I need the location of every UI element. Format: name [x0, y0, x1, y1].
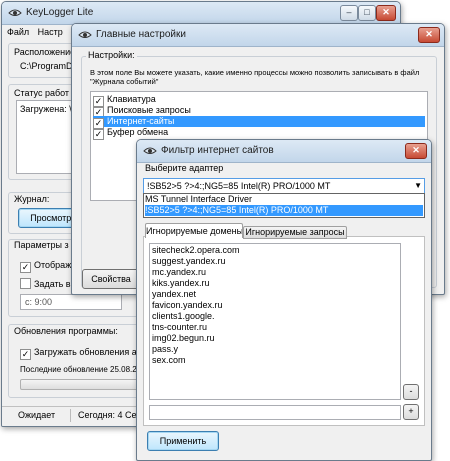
location-value: C:\ProgramD [20, 61, 73, 71]
settings-logo-icon [78, 31, 92, 38]
settings-item-check-icon: ✓ [93, 129, 104, 140]
domain-item[interactable]: sex.com [152, 355, 398, 366]
status-state: Ожидает [18, 410, 56, 420]
domain-item[interactable]: tns-counter.ru [152, 322, 398, 333]
settings-item-label: Интернет-сайты [107, 116, 175, 126]
settings-item-label: Поисковые запросы [107, 105, 191, 115]
log-group-label: Журнал: [14, 194, 50, 204]
chevron-down-icon[interactable]: ▼ [414, 181, 422, 190]
adapter-dropdown: MS Tunnel Interface Driver !SB52>5 ?>4:;… [143, 193, 425, 218]
settings-item[interactable]: ✓ Поисковые запросы [93, 105, 425, 118]
settings-item[interactable]: ✓ Клавиатура [93, 94, 425, 107]
display-checkbox-label: Отображ [34, 260, 72, 270]
tab-ignored-domains[interactable]: Игнорируемые домены [145, 223, 243, 238]
domain-item[interactable]: clients1.google. [152, 311, 398, 322]
domains-list[interactable]: sitecheck2.opera.com suggest.yandex.ru m… [149, 243, 401, 400]
settings-close-button[interactable]: ✕ [418, 27, 440, 43]
minimize-button[interactable]: – [340, 5, 358, 21]
new-domain-input[interactable] [149, 405, 401, 420]
updates-checkbox-label: Загружать обновления авт [34, 347, 146, 357]
domain-item[interactable]: img02.begun.ru [152, 333, 398, 344]
time-input[interactable]: с: 9:00 [20, 294, 122, 310]
time-value: с: 9:00 [25, 297, 53, 307]
domain-item[interactable]: suggest.yandex.ru [152, 256, 398, 267]
domain-item[interactable]: mc.yandex.ru [152, 267, 398, 278]
settings-item[interactable]: ✓ Буфер обмена [93, 127, 425, 140]
main-window-title: KeyLogger Lite [26, 7, 94, 18]
display-check-icon: ✓ [20, 262, 31, 273]
set-time-checkbox-label: Задать в [34, 279, 71, 289]
settings-item-selected[interactable]: ✓ Интернет-сайты [93, 116, 425, 129]
updates-checkbox[interactable]: ✓ Загружать обновления авт [20, 347, 145, 360]
adapter-option-selected[interactable]: !SB52>5 ?>4:;NG5=85 Intel(R) PRO/1000 MT [145, 205, 423, 216]
set-time-box-icon [20, 278, 31, 289]
settings-title-bar[interactable]: Главные настройки ✕ [72, 24, 444, 47]
location-label: Расположение [14, 47, 76, 57]
tab-ignored-queries[interactable]: Игнорируемые запросы [243, 226, 347, 239]
set-time-checkbox[interactable]: Задать в [20, 278, 71, 289]
filter-title-bar[interactable]: Фильтр интернет сайтов ✕ [137, 140, 431, 163]
filter-window-title: Фильтр интернет сайтов [161, 145, 274, 156]
menu-settings[interactable]: Настр [38, 27, 63, 37]
updates-check-icon: ✓ [20, 349, 31, 360]
domain-item[interactable]: sitecheck2.opera.com [152, 245, 398, 256]
main-title-bar[interactable]: KeyLogger Lite – □ ✕ [2, 2, 400, 25]
domain-item[interactable]: pass.y [152, 344, 398, 355]
adapter-option[interactable]: MS Tunnel Interface Driver [145, 194, 423, 205]
add-domain-button[interactable]: + [403, 404, 419, 420]
domain-item[interactable]: yandex.net [152, 289, 398, 300]
adapter-select[interactable]: !SB52>5 ?>4:;NG5=85 Intel(R) PRO/1000 MT… [143, 178, 425, 194]
status-divider [70, 409, 71, 422]
settings-item-label: Клавиатура [107, 94, 156, 104]
settings-item-label: Буфер обмена [107, 127, 169, 137]
filter-close-button[interactable]: ✕ [405, 143, 427, 159]
maximize-button[interactable]: □ [358, 5, 376, 21]
domain-item[interactable]: kiks.yandex.ru [152, 278, 398, 289]
last-update-label: Последние обновление 25.08.2010 [20, 365, 151, 374]
settings-window-title: Главные настройки [96, 29, 186, 40]
filter-logo-icon [143, 147, 157, 154]
menu-file[interactable]: Файл [7, 27, 29, 37]
adapter-label: Выберите адаптер [145, 163, 224, 173]
status-group-label: Статус работ [14, 88, 70, 98]
menu-bar: Файл Настр [7, 27, 69, 37]
params-group-label: Параметры з [14, 240, 69, 250]
status-value: Загружена: \ [20, 104, 72, 114]
updates-group-label: Обновления программы: [14, 326, 118, 336]
properties-button[interactable]: Свойства [82, 269, 140, 289]
domain-item[interactable]: favicon.yandex.ru [152, 300, 398, 311]
close-button[interactable]: ✕ [376, 5, 396, 21]
keylogger-logo-icon [8, 9, 22, 16]
settings-group-label: Настройки: [86, 50, 137, 60]
adapter-selected-value: !SB52>5 ?>4:;NG5=85 Intel(R) PRO/1000 MT [147, 181, 331, 191]
filter-window: Фильтр интернет сайтов ✕ Выберите адапте… [136, 139, 432, 461]
remove-domain-button[interactable]: - [403, 384, 419, 400]
apply-button[interactable]: Применить [147, 431, 219, 451]
settings-description: В этом поле Вы можете указать, какие име… [90, 68, 420, 86]
display-checkbox[interactable]: ✓ Отображ [20, 260, 71, 273]
